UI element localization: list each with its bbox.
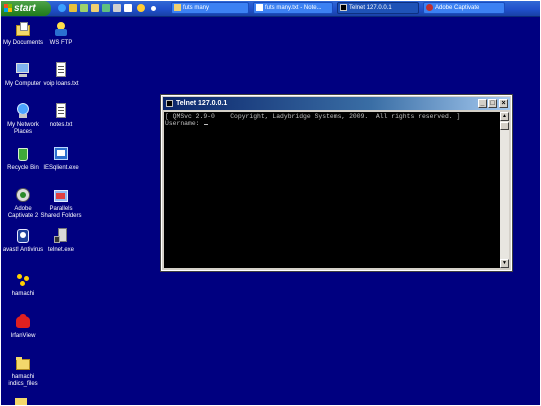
icon-label: telnet.exe (47, 247, 75, 253)
gear-icon[interactable] (137, 4, 145, 12)
outlook-icon[interactable] (69, 4, 77, 12)
scroll-up-button[interactable]: ▲ (500, 112, 509, 121)
icon-label: WS FTP (49, 40, 73, 46)
windows-logo-icon (4, 4, 12, 12)
close-icon: × (501, 100, 506, 107)
telnet-window: Telnet 127.0.0.1 _ □ × [ QMSvc 2.9-0 Cop… (160, 94, 513, 272)
maximize-button[interactable]: □ (488, 99, 497, 108)
task-telnet[interactable]: Telnet 127.0.0.1 (337, 2, 419, 14)
recycle-bin-icon (15, 146, 31, 162)
antivirus-icon (15, 228, 31, 244)
window-title: Telnet 127.0.0.1 (176, 100, 228, 107)
scroll-thumb[interactable] (500, 122, 509, 130)
desktop-icon-iesqlient[interactable]: IESqlient.exe (39, 146, 83, 172)
task-label: Adobe Captivate (435, 5, 480, 11)
text-cursor (204, 124, 209, 125)
desktop-icon-hamachi[interactable]: hamachi (1, 272, 45, 298)
captivate-icon (426, 4, 433, 11)
desktop-icon-telnet-exe[interactable]: telnet.exe (39, 228, 83, 254)
icon-label: hamachi indics_files (8, 374, 38, 387)
minimize-button[interactable]: _ (478, 99, 487, 108)
irfanview-icon (15, 314, 31, 330)
captivate-icon (15, 187, 31, 203)
network-icon[interactable] (102, 4, 110, 12)
icon-label: voip loans.txt (43, 81, 79, 87)
console-line-banner: [ QMSvc 2.9-0 Copyright, Ladybridge Syst… (165, 113, 461, 120)
folder-icon[interactable] (91, 4, 99, 12)
console-icon (166, 100, 173, 107)
task-label: futs many (183, 5, 210, 11)
text-file-icon (53, 103, 69, 119)
media-icon[interactable] (80, 4, 88, 12)
task-label: futs many.txt - Note... (265, 5, 322, 11)
icon-label: notes.txt (49, 122, 73, 128)
folder-icon (15, 355, 31, 371)
my-documents-icon (15, 21, 31, 37)
task-captivate[interactable]: Adobe Captivate (423, 2, 505, 14)
folder-icon[interactable] (15, 398, 27, 405)
task-label: Telnet 127.0.0.1 (349, 5, 392, 11)
notepad-icon (256, 4, 263, 11)
maximize-icon: □ (490, 100, 495, 107)
exe-icon (53, 146, 69, 162)
icon-label: IrfanView (10, 333, 36, 339)
title-bar[interactable]: Telnet 127.0.0.1 _ □ × (163, 97, 510, 110)
settings-icon[interactable] (113, 4, 121, 12)
console-icon (340, 4, 347, 11)
task-notepad[interactable]: futs many.txt - Note... (253, 2, 333, 14)
taskbar: start futs many futs many.txt - Note... … (1, 1, 540, 17)
my-computer-icon (15, 62, 31, 78)
desktop-icon-parallels-shared[interactable]: Parallels Shared Folders (39, 187, 83, 220)
desktop: start futs many futs many.txt - Note... … (1, 1, 540, 405)
folder-icon (174, 4, 181, 11)
task-futs-many[interactable]: futs many (171, 2, 249, 14)
close-button[interactable]: × (499, 99, 508, 108)
ws-ftp-icon (53, 21, 69, 37)
minimize-icon: _ (480, 100, 485, 107)
desktop-icon-hamachi-files[interactable]: hamachi indics_files (1, 355, 45, 388)
telnet-exe-icon (53, 228, 69, 244)
calendar-icon[interactable] (124, 4, 132, 12)
username-prompt: Username: (165, 120, 204, 127)
ie-icon[interactable] (58, 4, 66, 12)
scroll-down-button[interactable]: ▼ (500, 259, 509, 268)
icon-label: IESqlient.exe (43, 165, 79, 171)
chevron-icon[interactable] (151, 6, 156, 11)
network-places-icon (15, 103, 31, 119)
desktop-icon-notes[interactable]: notes.txt (39, 103, 83, 129)
shared-folders-icon (53, 187, 69, 203)
vertical-scrollbar[interactable]: ▲ ▼ (500, 112, 509, 268)
desktop-icon-irfanview[interactable]: IrfanView (1, 314, 45, 340)
console-line-prompt: Username: (165, 120, 209, 127)
hamachi-icon (15, 272, 31, 288)
desktop-icon-voip-loans[interactable]: voip loans.txt (39, 62, 83, 88)
desktop-icon-ws-ftp[interactable]: WS FTP (39, 21, 83, 47)
text-file-icon (53, 62, 69, 78)
start-label: start (14, 3, 36, 14)
start-button[interactable]: start (1, 1, 51, 16)
icon-label: hamachi (11, 291, 35, 297)
console-area[interactable]: [ QMSvc 2.9-0 Copyright, Ladybridge Syst… (164, 112, 500, 268)
icon-label: Parallels Shared Folders (40, 206, 82, 219)
